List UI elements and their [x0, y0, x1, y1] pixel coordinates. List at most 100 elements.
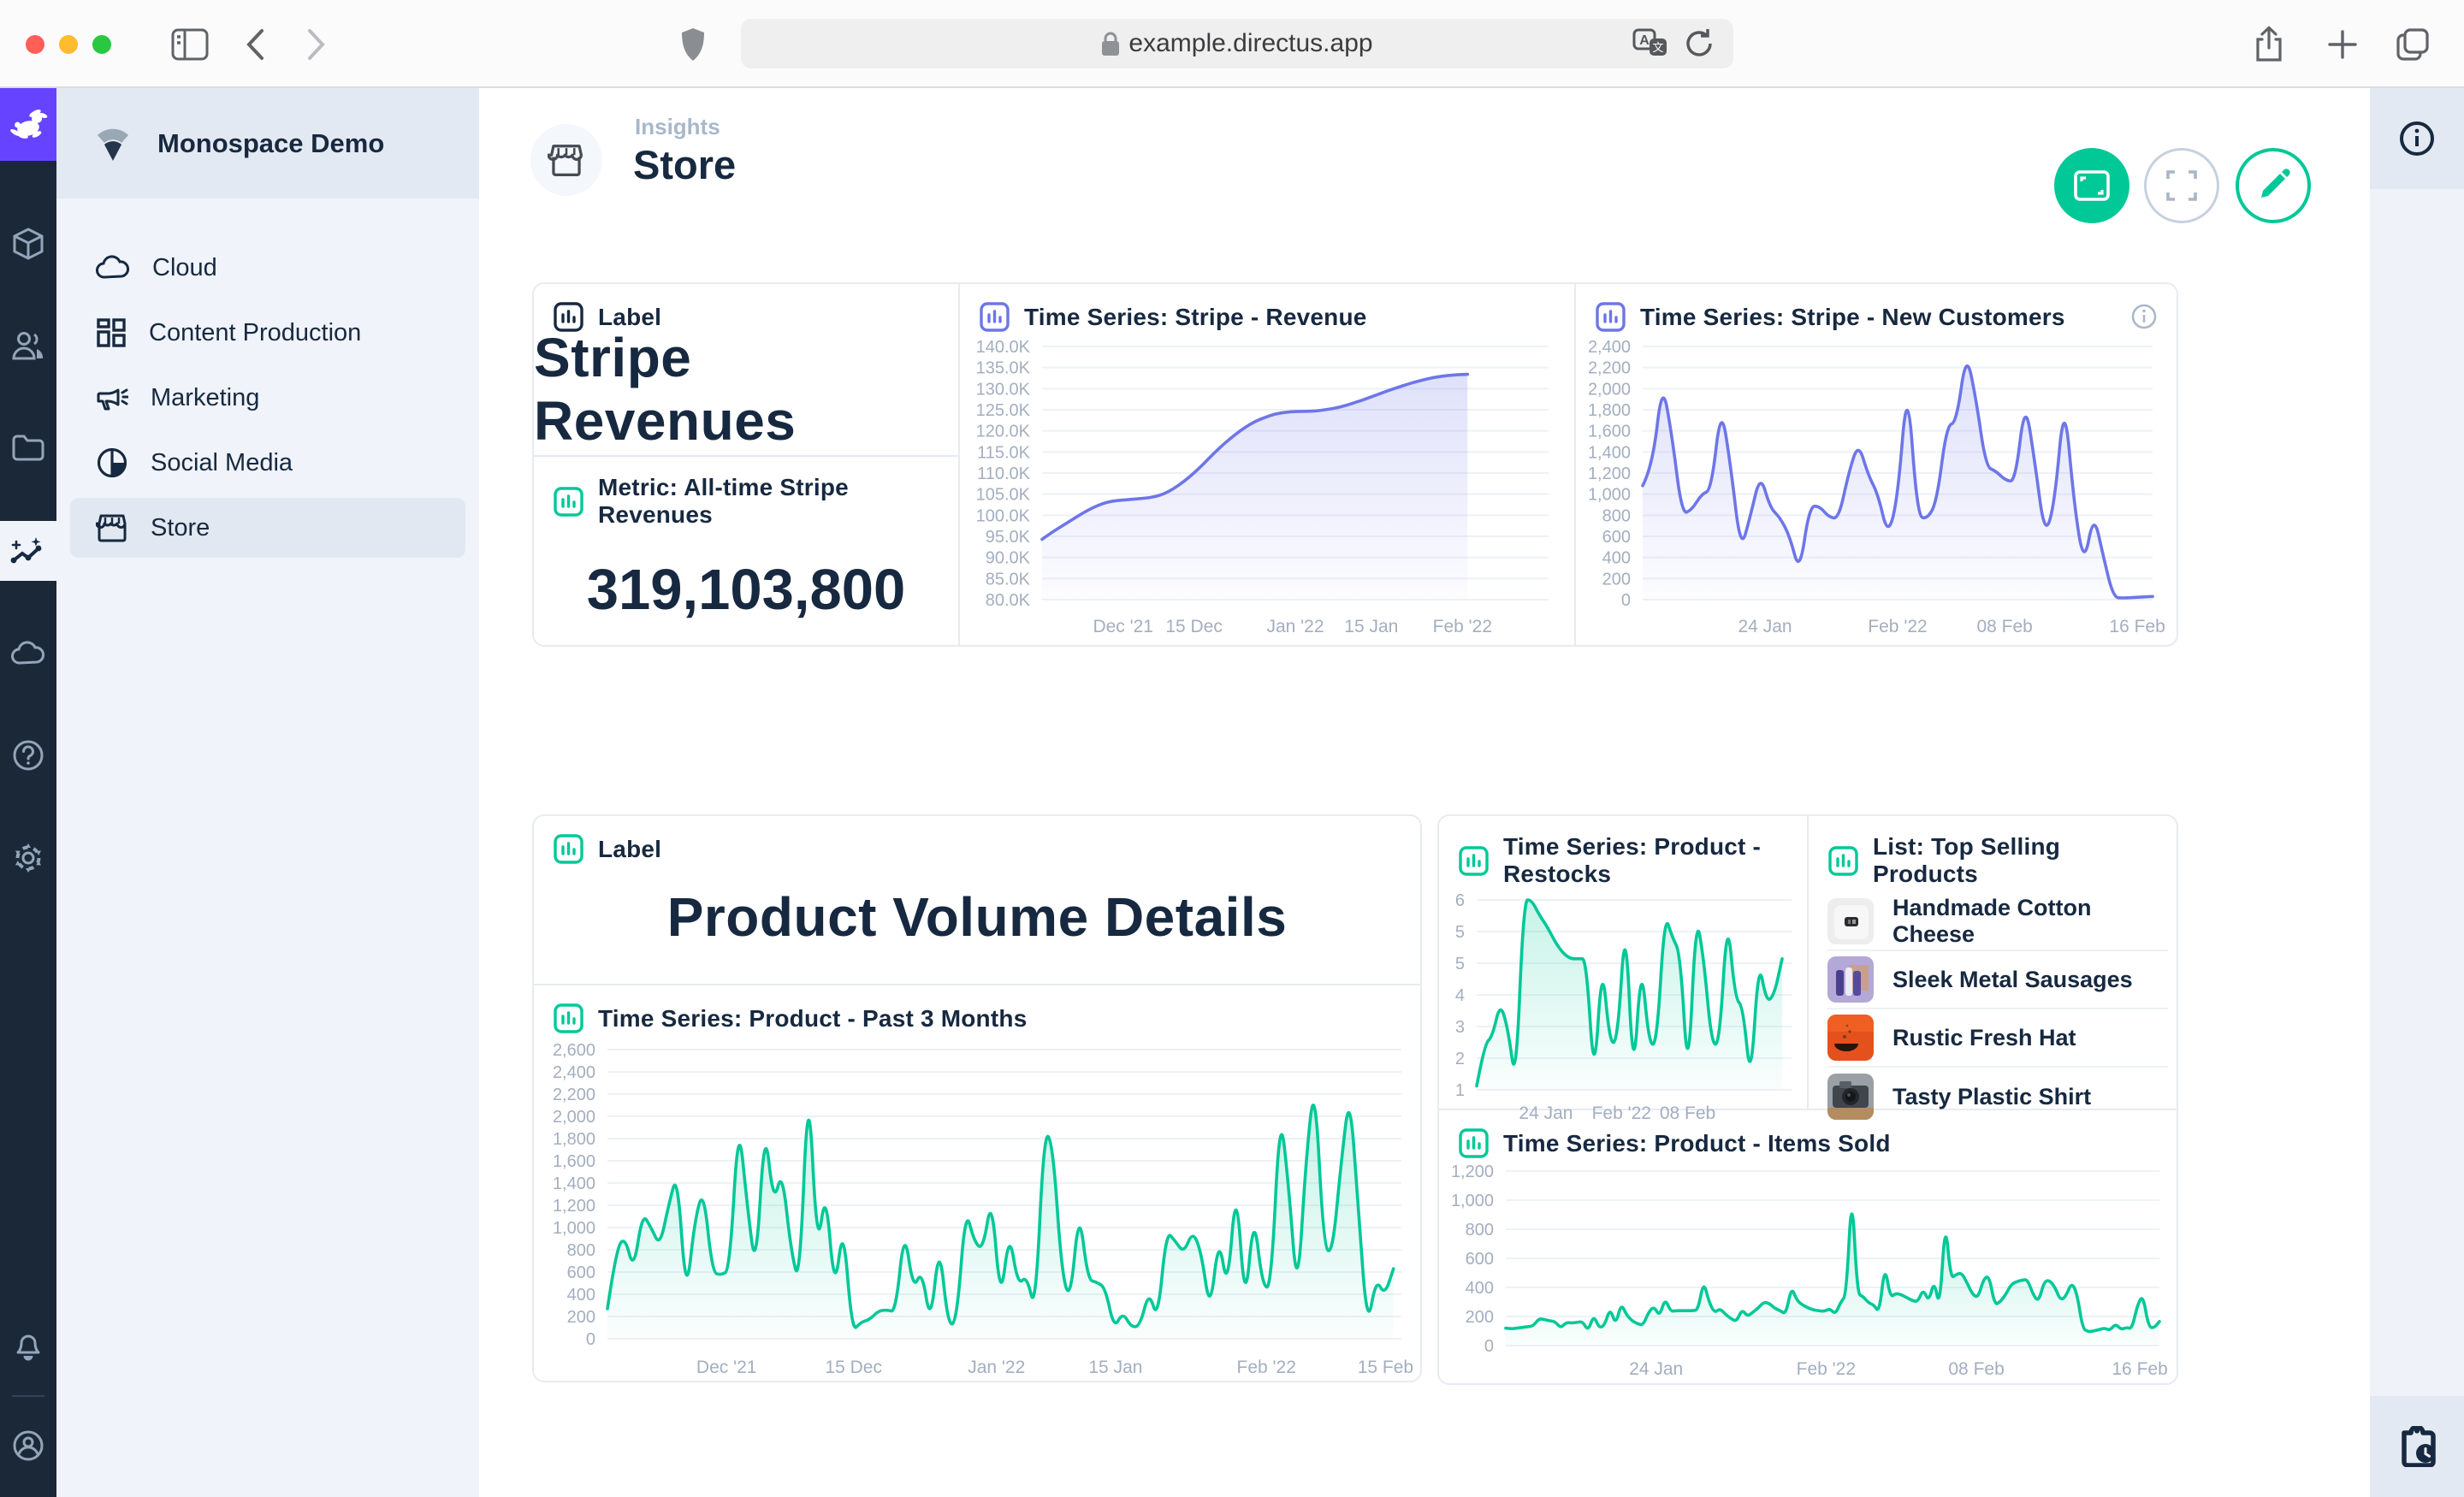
items_sold-chart-svg: 02004006008001,0001,20024 JanFeb '2208 F… — [1439, 1164, 2175, 1382]
project-title: Monospace Demo — [157, 128, 384, 159]
module-users-icon[interactable] — [0, 316, 56, 376]
sidebar-item-label: Store — [151, 514, 210, 542]
panel-new-customers: Time Series: Stripe - New Customers 0200… — [1576, 284, 2177, 645]
svg-text:2,400: 2,400 — [1588, 338, 1631, 357]
items-sold-chart: 02004006008001,0001,20024 JanFeb '2208 F… — [1439, 1164, 2177, 1382]
svg-text:Feb '22: Feb '22 — [1433, 617, 1492, 636]
window-close-button[interactable] — [26, 35, 44, 54]
svg-text:90.0K: 90.0K — [986, 549, 1031, 568]
panel-title: Time Series: Product - Items Sold — [1503, 1130, 1891, 1157]
svg-text:Jan '22: Jan '22 — [968, 1358, 1025, 1377]
address-bar[interactable]: example.directus.app A文 — [741, 19, 1733, 68]
user-avatar-icon[interactable] — [0, 1416, 56, 1476]
svg-text:4: 4 — [1455, 986, 1465, 1005]
panel-title: Time Series: Stripe - Revenue — [1024, 304, 1367, 331]
svg-text:文: 文 — [1652, 41, 1663, 54]
window-zoom-button[interactable] — [92, 35, 111, 54]
sidebar-item-cloud[interactable]: Cloud — [70, 238, 465, 298]
panel-stripe-revenue: Time Series: Stripe - Revenue 80.0K85.0K… — [960, 284, 1576, 645]
module-content-icon[interactable] — [0, 214, 56, 274]
sidebar-item-store[interactable]: Store — [70, 498, 465, 558]
svg-text:Feb '22: Feb '22 — [1797, 1359, 1856, 1379]
storefront-icon — [96, 512, 128, 543]
module-settings-icon[interactable] — [0, 828, 56, 888]
panel-timeseries-icon — [1458, 1127, 1490, 1159]
activity-log-button[interactable] — [2370, 1396, 2464, 1497]
notifications-bell-icon[interactable] — [0, 1315, 56, 1375]
breadcrumb[interactable]: Insights — [635, 114, 720, 140]
sidebar-toggle-icon[interactable] — [168, 22, 212, 67]
module-help-icon[interactable] — [0, 725, 56, 785]
product-thumbnail — [1827, 1015, 1874, 1061]
zoom-to-fit-button[interactable] — [2054, 148, 2129, 223]
svg-text:1,400: 1,400 — [553, 1175, 595, 1193]
panel-timeseries-icon — [1595, 301, 1626, 333]
panel-timeseries-icon — [553, 1003, 584, 1034]
fullscreen-button[interactable] — [2144, 148, 2219, 223]
share-icon[interactable] — [2247, 22, 2291, 67]
svg-text:1,400: 1,400 — [1588, 443, 1631, 462]
tab-overview-icon[interactable] — [2390, 22, 2435, 67]
svg-text:2,400: 2,400 — [553, 1063, 595, 1082]
rabbit-logo-icon — [9, 108, 48, 142]
panel-title: Label — [598, 836, 661, 863]
stripe-revenue-chart: 80.0K85.0K90.0K95.0K100.0K105.0K110.0K11… — [960, 338, 1574, 639]
list-item[interactable]: Handmade Cotton Cheese — [1827, 893, 2168, 951]
reload-icon[interactable] — [1684, 27, 1715, 61]
project-gem-icon — [89, 125, 137, 163]
directus-logo[interactable] — [0, 88, 56, 161]
sidebar-item-social-media[interactable]: Social Media — [70, 433, 465, 493]
svg-text:85.0K: 85.0K — [986, 570, 1031, 589]
svg-text:5: 5 — [1455, 955, 1465, 973]
svg-text:Jan '22: Jan '22 — [1266, 617, 1324, 636]
sidebar-item-marketing[interactable]: Marketing — [70, 368, 465, 428]
panel-timeseries-icon — [979, 301, 1010, 333]
svg-text:1,600: 1,600 — [1588, 423, 1631, 441]
project-switcher[interactable]: Monospace Demo — [56, 88, 479, 198]
privacy-shield-icon[interactable] — [671, 22, 715, 67]
translate-icon[interactable]: A文 — [1632, 27, 1670, 61]
svg-text:95.0K: 95.0K — [986, 528, 1031, 547]
svg-text:Dec '21: Dec '21 — [1093, 617, 1153, 636]
svg-text:400: 400 — [1466, 1279, 1494, 1298]
info-sidebar-button[interactable] — [2370, 88, 2464, 189]
main-content: Insights Store Label Stripe Revenues — [479, 88, 2464, 1497]
product-thumbnail — [1827, 898, 1874, 944]
panel-items-sold: Time Series: Product - Items Sold 020040… — [1439, 1110, 2177, 1382]
panel-top-selling-products: List: Top Selling Products Handmade Cott… — [1809, 816, 2177, 1109]
forward-button[interactable] — [294, 22, 339, 67]
svg-text:0: 0 — [1484, 1337, 1494, 1356]
svg-text:Feb '22: Feb '22 — [1237, 1358, 1296, 1377]
list-item[interactable]: Rustic Fresh Hat — [1827, 1009, 2168, 1068]
svg-text:24 Jan: 24 Jan — [1629, 1359, 1683, 1379]
sidebar-item-content-production[interactable]: Content Production — [70, 303, 465, 363]
product-name: Rustic Fresh Hat — [1892, 1025, 2076, 1051]
sidebar-item-label: Cloud — [152, 254, 217, 282]
svg-text:0: 0 — [586, 1330, 595, 1349]
svg-text:1,600: 1,600 — [553, 1152, 595, 1171]
new-tab-icon[interactable] — [2320, 22, 2365, 67]
svg-text:15 Dec: 15 Dec — [825, 1358, 882, 1377]
panel-group-stripe: Label Stripe Revenues Metric: All-time S… — [532, 282, 2178, 647]
info-icon[interactable] — [2130, 303, 2158, 330]
edit-dashboard-button[interactable] — [2236, 148, 2311, 223]
label-product-volume: Product Volume Details — [534, 870, 1420, 964]
svg-text:15 Dec: 15 Dec — [1165, 617, 1223, 636]
back-button[interactable] — [233, 22, 277, 67]
sidebar-item-label: Content Production — [149, 319, 361, 347]
list-item[interactable]: Sleek Metal Sausages — [1827, 951, 2168, 1009]
module-cloud-icon[interactable] — [0, 624, 56, 683]
svg-text:800: 800 — [1466, 1221, 1494, 1240]
clipboard-clock-icon — [2397, 1426, 2437, 1467]
svg-text:08 Feb: 08 Feb — [1976, 617, 2032, 636]
svg-text:1,000: 1,000 — [1588, 486, 1631, 505]
svg-text:600: 600 — [1602, 528, 1631, 547]
module-insights-icon[interactable] — [0, 521, 56, 581]
panel-title: Time Series: Product - Restocks — [1503, 833, 1788, 888]
module-files-icon[interactable] — [0, 417, 56, 477]
svg-text:400: 400 — [1602, 549, 1631, 568]
product-name: Handmade Cotton Cheese — [1892, 895, 2168, 948]
new-customers-chart: 02004006008001,0001,2001,4001,6001,8002,… — [1576, 338, 2177, 639]
svg-text:130.0K: 130.0K — [976, 380, 1031, 399]
window-minimize-button[interactable] — [59, 35, 78, 54]
